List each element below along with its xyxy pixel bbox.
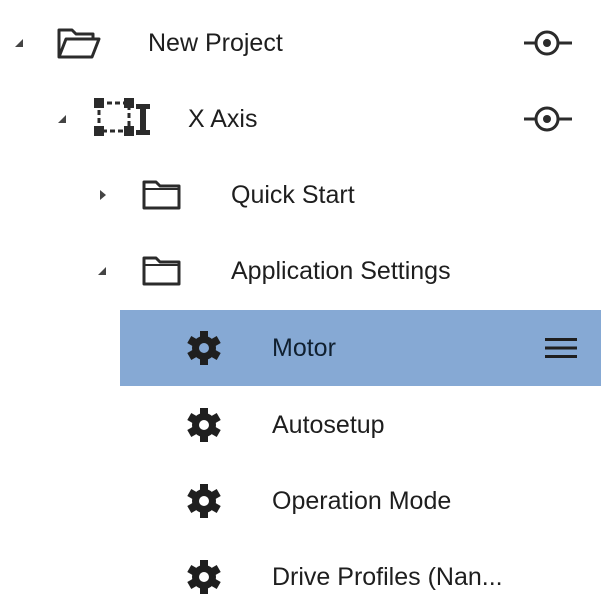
axis-device-icon	[92, 81, 154, 157]
tree-item-label: Drive Profiles (Nan...	[272, 562, 503, 591]
tree-item-label: X Axis	[188, 104, 258, 133]
tree-item-x-axis[interactable]: X Axis	[0, 81, 601, 157]
link-icon[interactable]	[522, 5, 574, 81]
tree-item-drive-profiles[interactable]: Drive Profiles (Nan...	[0, 539, 601, 615]
tree-expanded-arrow-icon[interactable]	[14, 5, 24, 81]
gear-icon	[186, 539, 222, 615]
tree-item-application-settings[interactable]: Application Settings	[0, 233, 601, 309]
folder-icon	[142, 157, 182, 233]
tree-item-new-project[interactable]: New Project	[0, 5, 601, 81]
tree-item-label: Application Settings	[231, 256, 451, 285]
tree-item-label: Quick Start	[231, 180, 355, 209]
link-icon[interactable]	[522, 81, 574, 157]
tree-expanded-arrow-icon[interactable]	[57, 81, 67, 157]
tree-item-quick-start[interactable]: Quick Start	[0, 157, 601, 233]
tree-item-label: New Project	[148, 28, 283, 57]
project-tree: New Project X Axis Quick Start Applicati…	[0, 0, 601, 599]
gear-icon	[186, 310, 222, 386]
tree-item-label: Motor	[272, 333, 336, 362]
tree-item-label: Autosetup	[272, 410, 385, 439]
gear-icon	[186, 387, 222, 463]
gear-icon	[186, 463, 222, 539]
tree-expanded-arrow-icon[interactable]	[97, 233, 107, 309]
tree-item-motor[interactable]: Motor	[0, 310, 601, 386]
tree-item-label: Operation Mode	[272, 486, 452, 515]
tree-collapsed-arrow-icon[interactable]	[99, 157, 107, 233]
tree-item-operation-mode[interactable]: Operation Mode	[0, 463, 601, 539]
tree-item-autosetup[interactable]: Autosetup	[0, 387, 601, 463]
folder-icon	[142, 233, 182, 309]
menu-icon[interactable]	[545, 310, 577, 386]
folder-open-icon	[56, 5, 102, 81]
